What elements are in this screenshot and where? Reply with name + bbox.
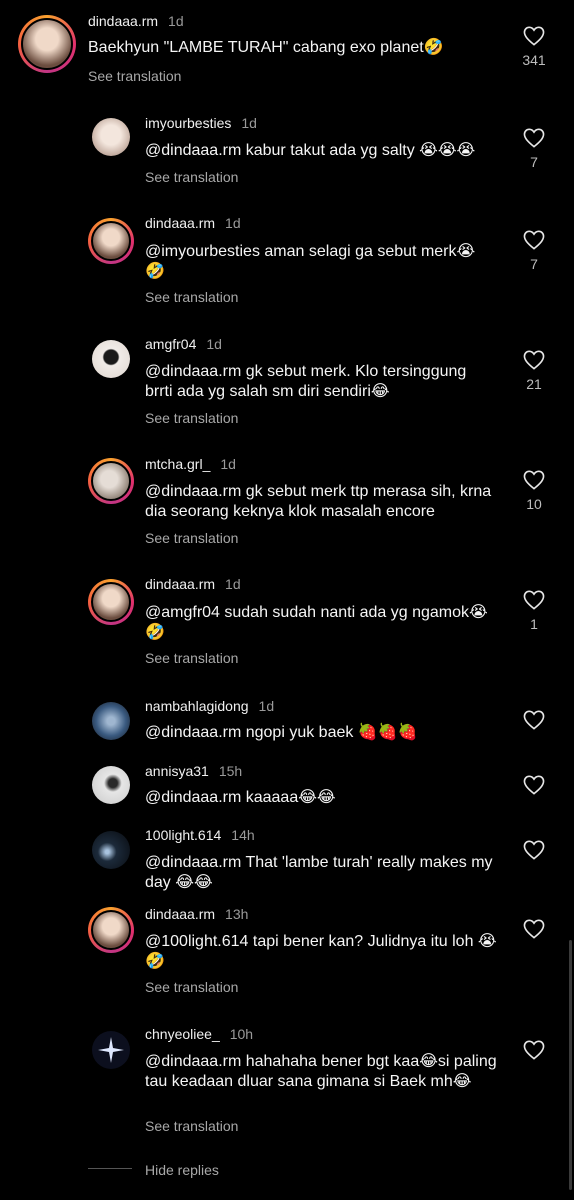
username[interactable]: dindaaa.rm: [145, 906, 215, 922]
heart-icon: [523, 26, 545, 46]
like-count: 7: [530, 154, 538, 170]
avatar[interactable]: [92, 831, 130, 869]
like-count: 21: [526, 376, 542, 392]
timestamp: 1d: [241, 115, 257, 131]
comment-text: @amgfr04 sudah sudah nanti ada yg ngamok…: [145, 604, 488, 641]
comment-meta: imyourbesties 1d: [145, 115, 257, 131]
timestamp: 1d: [258, 698, 275, 714]
timestamp: 14h: [231, 827, 255, 843]
like-count: 7: [530, 256, 538, 272]
like-count: 10: [526, 496, 542, 512]
like-button[interactable]: [519, 919, 549, 939]
avatar[interactable]: [88, 907, 134, 953]
username[interactable]: nambahlagidong: [145, 698, 249, 714]
comment-text: @dindaaa.rm That 'lambe turah' really ma…: [145, 854, 493, 891]
comment-meta: dindaaa.rm 1d: [145, 215, 241, 231]
like-button[interactable]: 7: [519, 230, 549, 272]
see-translation-link[interactable]: See translation: [88, 68, 181, 84]
comment-text: @100light.614 tapi bener kan? Julidnya i…: [145, 933, 497, 970]
like-button[interactable]: [519, 1040, 549, 1060]
like-button[interactable]: 341: [519, 26, 549, 68]
comment-text: @dindaaa.rm gk sebut merk ttp merasa sih…: [145, 483, 492, 520]
comment-meta: 100light.614 14h: [145, 827, 255, 843]
username[interactable]: 100light.614: [145, 827, 221, 843]
avatar[interactable]: [92, 340, 130, 378]
timestamp: 10h: [229, 1026, 254, 1042]
username[interactable]: dindaaa.rm: [145, 215, 215, 231]
like-button[interactable]: [519, 710, 549, 730]
heart-icon: [523, 350, 545, 370]
comment-meta: dindaaa.rm 13h: [145, 906, 248, 922]
see-translation-link[interactable]: See translation: [145, 410, 238, 426]
timestamp: 1d: [220, 456, 236, 472]
comment-meta: chnyeoliee_ 10h: [145, 1026, 253, 1042]
see-translation-link[interactable]: See translation: [145, 169, 238, 185]
like-button[interactable]: 10: [519, 470, 549, 512]
heart-icon: [523, 840, 545, 860]
comment-text: @dindaaa.rm ngopi yuk baek 🍓🍓🍓: [145, 724, 418, 741]
comment-meta: dindaaa.rm 1d: [88, 13, 184, 29]
timestamp: 1d: [225, 576, 241, 592]
see-translation-link[interactable]: See translation: [145, 979, 238, 995]
heart-icon: [523, 128, 545, 148]
see-translation-link[interactable]: See translation: [145, 1118, 238, 1134]
username[interactable]: dindaaa.rm: [88, 13, 158, 29]
avatar[interactable]: [88, 458, 134, 504]
username[interactable]: imyourbesties: [145, 115, 231, 131]
avatar[interactable]: [18, 15, 76, 73]
comment-meta: amgfr04 1d: [145, 336, 222, 352]
see-translation-link[interactable]: See translation: [145, 650, 238, 666]
username[interactable]: dindaaa.rm: [145, 576, 215, 592]
comment-meta: annisya31 15h: [145, 763, 242, 779]
avatar[interactable]: [88, 218, 134, 264]
heart-icon: [523, 470, 545, 490]
comment-text: @dindaaa.rm kabur takut ada yg salty 😭😭😭: [145, 142, 476, 159]
timestamp: 13h: [225, 906, 249, 922]
sparkle-icon: [98, 1037, 124, 1063]
like-button[interactable]: 21: [519, 350, 549, 392]
comment-text: Baekhyun "LAMBE TURAH" cabang exo planet…: [88, 39, 444, 56]
username[interactable]: mtcha.grl_: [145, 456, 210, 472]
avatar[interactable]: [92, 118, 130, 156]
heart-icon: [523, 230, 545, 250]
like-count: 1: [530, 616, 538, 632]
username[interactable]: amgfr04: [145, 336, 196, 352]
heart-icon: [523, 1040, 545, 1060]
comment-text: @dindaaa.rm gk sebut merk. Klo tersinggu…: [145, 363, 467, 400]
avatar[interactable]: [92, 1031, 130, 1069]
timestamp: 1d: [206, 336, 222, 352]
like-button[interactable]: [519, 840, 549, 860]
like-count: 341: [522, 52, 546, 68]
see-translation-link[interactable]: See translation: [145, 289, 238, 305]
heart-icon: [523, 710, 545, 730]
heart-icon: [523, 919, 545, 939]
comment-text: @imyourbesties aman selagi ga sebut merk…: [145, 243, 476, 280]
username[interactable]: annisya31: [145, 763, 209, 779]
timestamp: 1d: [225, 215, 241, 231]
comment-meta: mtcha.grl_ 1d: [145, 456, 236, 472]
comment-meta: dindaaa.rm 1d: [145, 576, 241, 592]
username[interactable]: chnyeoliee_: [145, 1026, 220, 1042]
like-button[interactable]: [519, 775, 549, 795]
comment-text: @dindaaa.rm kaaaaa😂😂: [145, 789, 336, 806]
heart-icon: [523, 590, 545, 610]
like-button[interactable]: 7: [519, 128, 549, 170]
scrollbar[interactable]: [569, 940, 572, 1190]
heart-icon: [523, 775, 545, 795]
hide-replies-button[interactable]: Hide replies: [145, 1162, 219, 1178]
see-translation-link[interactable]: See translation: [145, 530, 238, 546]
timestamp: 15h: [218, 763, 243, 779]
avatar[interactable]: [92, 702, 130, 740]
like-button[interactable]: 1: [519, 590, 549, 632]
avatar[interactable]: [88, 579, 134, 625]
comment-meta: nambahlagidong 1d: [145, 698, 274, 714]
comment-text: @dindaaa.rm hahahaha bener bgt kaa😂si pa…: [145, 1053, 497, 1090]
timestamp: 1d: [168, 13, 184, 29]
replies-divider: [88, 1168, 132, 1169]
avatar[interactable]: [92, 766, 130, 804]
